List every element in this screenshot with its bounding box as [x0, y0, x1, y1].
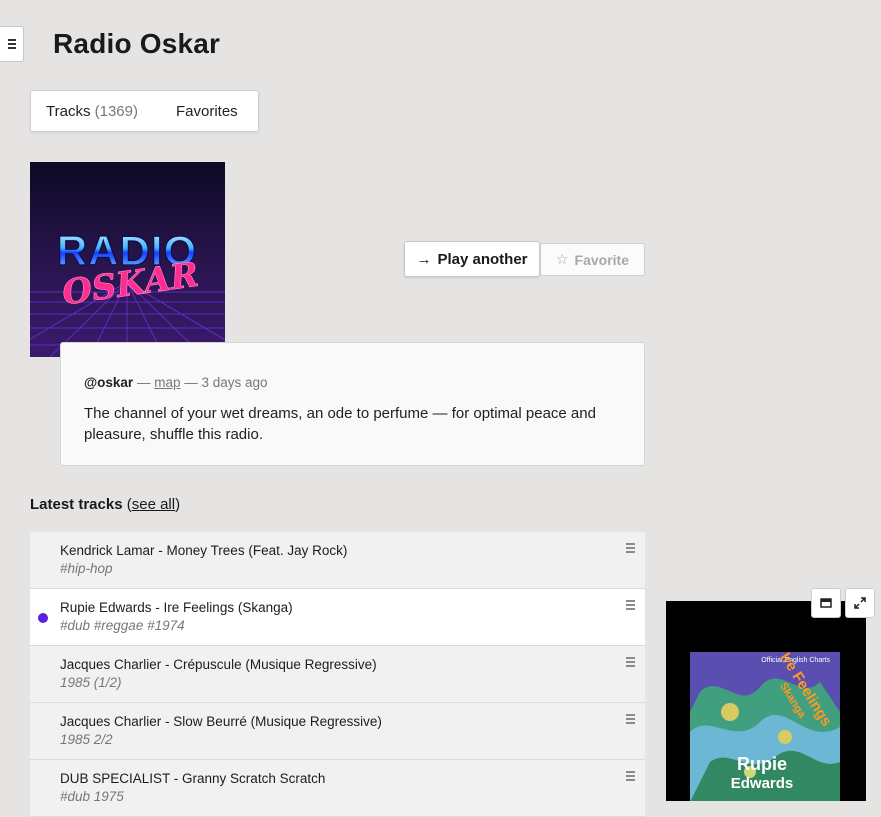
- page-title: Radio Oskar: [53, 28, 221, 59]
- paren-open: (: [122, 496, 132, 513]
- player-art-artist-first: Rupie: [737, 754, 787, 774]
- tab-favorites[interactable]: Favorites: [161, 103, 253, 120]
- drag-handle-icon[interactable]: [626, 600, 635, 610]
- star-icon: ☆: [555, 251, 569, 267]
- meta-separator: —: [136, 375, 151, 390]
- play-another-button[interactable]: → Play another: [404, 241, 540, 277]
- tab-favorites-label: Favorites: [175, 102, 238, 120]
- channel-time: — 3 days ago: [184, 375, 268, 390]
- channel-cover-image: RADIO OSKAR: [30, 162, 225, 357]
- player-minimize-button[interactable]: [811, 588, 841, 618]
- player-art-artist-last: Edwards: [731, 775, 794, 792]
- track-title: DUB SPECIALIST - Granny Scratch Scratch: [60, 771, 326, 786]
- drag-handle-icon[interactable]: [626, 714, 635, 724]
- player-artwork: Official English Charts Ire Feelings Ska…: [690, 652, 840, 801]
- channel-tabs: Tracks (1369) Favorites: [30, 90, 259, 132]
- track-row[interactable]: Jacques Charlier - Crépuscule (Musique R…: [30, 646, 645, 703]
- tab-tracks-label: Tracks: [46, 102, 91, 120]
- track-tags: #hip-hop: [60, 561, 113, 576]
- tab-tracks-count: (1369): [94, 102, 138, 120]
- play-another-label: Play another: [437, 250, 528, 268]
- track-title: Jacques Charlier - Crépuscule (Musique R…: [60, 657, 377, 672]
- favorite-label: Favorite: [574, 251, 630, 268]
- now-playing-dot-icon: [38, 613, 48, 623]
- channel-author-link[interactable]: @oskar: [84, 375, 133, 390]
- cover-artwork: RADIO OSKAR: [30, 162, 225, 357]
- track-title: Rupie Edwards - Ire Feelings (Skanga): [60, 600, 293, 615]
- track-title: Kendrick Lamar - Money Trees (Feat. Jay …: [60, 543, 348, 558]
- drag-handle-icon[interactable]: [626, 543, 635, 553]
- track-list: Kendrick Lamar - Money Trees (Feat. Jay …: [30, 532, 645, 817]
- see-all-link[interactable]: see all: [132, 496, 175, 513]
- expand-icon: [854, 597, 866, 609]
- arrow-right-icon: →: [416, 250, 432, 268]
- track-row-playing[interactable]: Rupie Edwards - Ire Feelings (Skanga) #d…: [30, 589, 645, 646]
- track-title: Jacques Charlier - Slow Beurré (Musique …: [60, 714, 382, 729]
- track-tags: 1985 2/2: [60, 732, 113, 747]
- player-expand-button[interactable]: [845, 588, 875, 618]
- track-row[interactable]: Jacques Charlier - Slow Beurré (Musique …: [30, 703, 645, 760]
- window-icon: [820, 598, 832, 608]
- channel-meta: @oskar — map — 3 days ago: [84, 375, 622, 390]
- channel-description-card: @oskar — map — 3 days ago The channel of…: [60, 342, 645, 466]
- track-row[interactable]: Kendrick Lamar - Money Trees (Feat. Jay …: [30, 532, 645, 589]
- track-tags: #dub #reggae #1974: [60, 618, 185, 633]
- favorite-button[interactable]: ☆ Favorite: [540, 243, 645, 276]
- drag-handle-icon[interactable]: [626, 771, 635, 781]
- menu-toggle-button[interactable]: [0, 26, 24, 62]
- track-tags: #dub 1975: [60, 789, 124, 804]
- track-row[interactable]: DUB SPECIALIST - Granny Scratch Scratch …: [30, 760, 645, 817]
- latest-tracks-heading: Latest tracks (see all): [30, 496, 180, 513]
- latest-tracks-label: Latest tracks: [30, 496, 123, 513]
- track-tags: 1985 (1/2): [60, 675, 122, 690]
- drag-handle-icon[interactable]: [626, 657, 635, 667]
- channel-description: The channel of your wet dreams, an ode t…: [84, 405, 596, 443]
- hamburger-icon: [8, 39, 16, 49]
- paren-close: ): [175, 496, 181, 513]
- channel-map-link[interactable]: map: [154, 375, 180, 390]
- floating-player[interactable]: Official English Charts Ire Feelings Ska…: [666, 601, 866, 801]
- tab-tracks[interactable]: Tracks (1369): [31, 103, 153, 120]
